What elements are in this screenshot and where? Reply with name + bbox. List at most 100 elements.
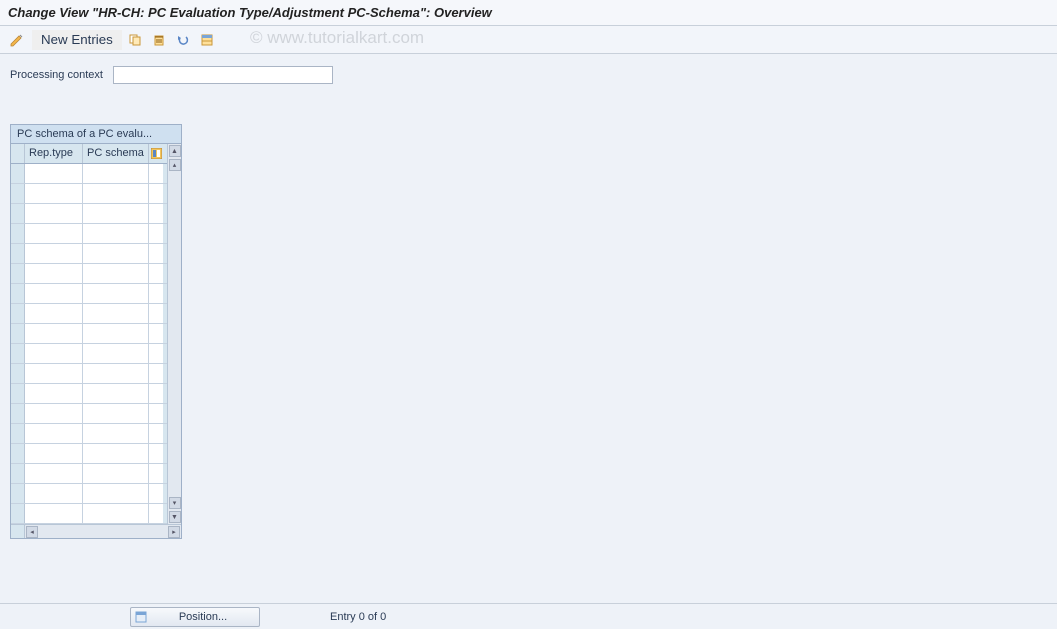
table-row[interactable] [11, 324, 167, 344]
cell-pcschema[interactable] [83, 444, 149, 463]
cell-pcschema[interactable] [83, 364, 149, 383]
table-row[interactable] [11, 444, 167, 464]
scroll-left-button[interactable]: ◂ [26, 526, 38, 538]
row-selector[interactable] [11, 204, 25, 223]
table-row[interactable] [11, 484, 167, 504]
table-row[interactable] [11, 284, 167, 304]
cell-pad [149, 224, 163, 243]
copy-as-button[interactable] [124, 30, 146, 50]
cell-pcschema[interactable] [83, 264, 149, 283]
cell-pcschema[interactable] [83, 464, 149, 483]
cell-pcschema[interactable] [83, 244, 149, 263]
scroll-up-alt-button[interactable]: ▴ [169, 159, 181, 171]
cell-pad [149, 324, 163, 343]
new-entries-label: New Entries [41, 32, 113, 47]
delete-button[interactable] [148, 30, 170, 50]
scroll-down-alt-button[interactable]: ▾ [169, 497, 181, 509]
scroll-right-button[interactable]: ▸ [168, 526, 180, 538]
row-selector[interactable] [11, 164, 25, 183]
cell-pad [149, 344, 163, 363]
new-entries-button[interactable]: New Entries [32, 30, 122, 50]
row-selector[interactable] [11, 404, 25, 423]
cell-reptype[interactable] [25, 384, 83, 403]
position-button[interactable]: Position... [130, 607, 260, 627]
table-row[interactable] [11, 184, 167, 204]
table-row[interactable] [11, 204, 167, 224]
title-bar: Change View "HR-CH: PC Evaluation Type/A… [0, 0, 1057, 26]
table-row[interactable] [11, 244, 167, 264]
scroll-up-button[interactable]: ▲ [169, 145, 181, 157]
col-header-reptype[interactable]: Rep.type [25, 144, 83, 163]
row-selector[interactable] [11, 364, 25, 383]
cell-pcschema[interactable] [83, 484, 149, 503]
row-selector[interactable] [11, 344, 25, 363]
table-header-row: Rep.type PC schema [11, 144, 167, 164]
cell-pcschema[interactable] [83, 204, 149, 223]
cell-reptype[interactable] [25, 324, 83, 343]
row-selector[interactable] [11, 224, 25, 243]
table-row[interactable] [11, 224, 167, 244]
cell-reptype[interactable] [25, 424, 83, 443]
row-selector[interactable] [11, 464, 25, 483]
cell-reptype[interactable] [25, 464, 83, 483]
cell-pcschema[interactable] [83, 184, 149, 203]
processing-context-input[interactable] [113, 66, 333, 84]
table-row[interactable] [11, 364, 167, 384]
row-selector[interactable] [11, 384, 25, 403]
cell-pcschema[interactable] [83, 384, 149, 403]
cell-reptype[interactable] [25, 264, 83, 283]
table-row[interactable] [11, 424, 167, 444]
row-selector-header[interactable] [11, 144, 25, 163]
table-row[interactable] [11, 164, 167, 184]
cell-reptype[interactable] [25, 364, 83, 383]
row-selector[interactable] [11, 484, 25, 503]
cell-reptype[interactable] [25, 164, 83, 183]
vertical-scrollbar[interactable]: ▲ ▴ ▾ ▼ [167, 144, 181, 524]
cell-pcschema[interactable] [83, 404, 149, 423]
cell-reptype[interactable] [25, 344, 83, 363]
row-selector[interactable] [11, 184, 25, 203]
row-selector[interactable] [11, 264, 25, 283]
table-row[interactable] [11, 504, 167, 524]
cell-pad [149, 404, 163, 423]
table-row[interactable] [11, 304, 167, 324]
cell-reptype[interactable] [25, 184, 83, 203]
undo-button[interactable] [172, 30, 194, 50]
cell-reptype[interactable] [25, 504, 83, 523]
footer-bar: Position... Entry 0 of 0 [0, 603, 1057, 629]
cell-pcschema[interactable] [83, 504, 149, 523]
cell-pcschema[interactable] [83, 284, 149, 303]
row-selector[interactable] [11, 424, 25, 443]
cell-reptype[interactable] [25, 244, 83, 263]
cell-reptype[interactable] [25, 284, 83, 303]
table-row[interactable] [11, 464, 167, 484]
cell-reptype[interactable] [25, 304, 83, 323]
row-selector[interactable] [11, 304, 25, 323]
row-selector[interactable] [11, 244, 25, 263]
toggle-display-change-button[interactable] [6, 30, 30, 50]
row-selector[interactable] [11, 504, 25, 523]
cell-reptype[interactable] [25, 204, 83, 223]
cell-pcschema[interactable] [83, 324, 149, 343]
horizontal-scrollbar[interactable]: ◂ ▸ [11, 524, 181, 538]
select-all-button[interactable] [196, 30, 218, 50]
row-selector[interactable] [11, 444, 25, 463]
cell-pcschema[interactable] [83, 424, 149, 443]
cell-reptype[interactable] [25, 224, 83, 243]
col-header-pcschema[interactable]: PC schema [83, 144, 149, 163]
cell-reptype[interactable] [25, 404, 83, 423]
row-selector[interactable] [11, 284, 25, 303]
table-row[interactable] [11, 384, 167, 404]
table-row[interactable] [11, 344, 167, 364]
cell-reptype[interactable] [25, 444, 83, 463]
cell-reptype[interactable] [25, 484, 83, 503]
cell-pcschema[interactable] [83, 304, 149, 323]
row-selector[interactable] [11, 324, 25, 343]
scroll-down-button[interactable]: ▼ [169, 511, 181, 523]
cell-pcschema[interactable] [83, 164, 149, 183]
cell-pcschema[interactable] [83, 344, 149, 363]
table-config-button[interactable] [149, 144, 163, 163]
table-row[interactable] [11, 264, 167, 284]
table-row[interactable] [11, 404, 167, 424]
cell-pcschema[interactable] [83, 224, 149, 243]
